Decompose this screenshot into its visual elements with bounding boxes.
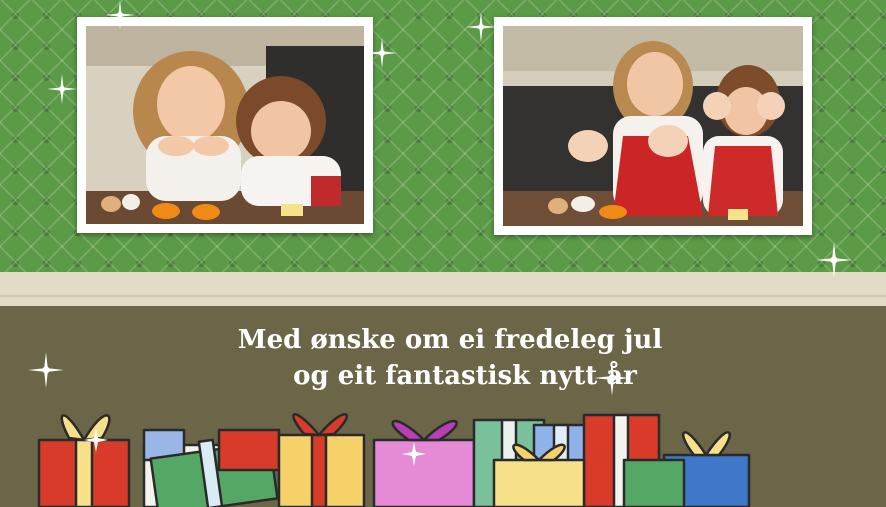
gift-boxes-icon bbox=[37, 413, 751, 507]
greeting-card: Med ønske om ei fredeleg jul og eit fant… bbox=[0, 0, 886, 507]
sparkle-icon bbox=[466, 12, 496, 42]
greeting-line-2: og eit fantastisk nytt år bbox=[293, 361, 637, 391]
children-photo-icon bbox=[86, 26, 364, 224]
children-photo-icon bbox=[503, 26, 803, 226]
photo-right bbox=[494, 17, 812, 235]
sparkle-icon bbox=[816, 242, 852, 278]
sparkle-icon bbox=[594, 360, 630, 396]
sparkle-icon bbox=[47, 74, 77, 104]
divider-line bbox=[0, 295, 886, 297]
sparkle-icon bbox=[367, 38, 397, 68]
divider-band bbox=[0, 272, 886, 306]
sparkle-icon bbox=[28, 352, 64, 388]
sparkle-icon bbox=[105, 0, 135, 30]
greeting-line-1: Med ønske om ei fredeleg jul bbox=[237, 325, 663, 355]
photo-left bbox=[77, 17, 373, 233]
